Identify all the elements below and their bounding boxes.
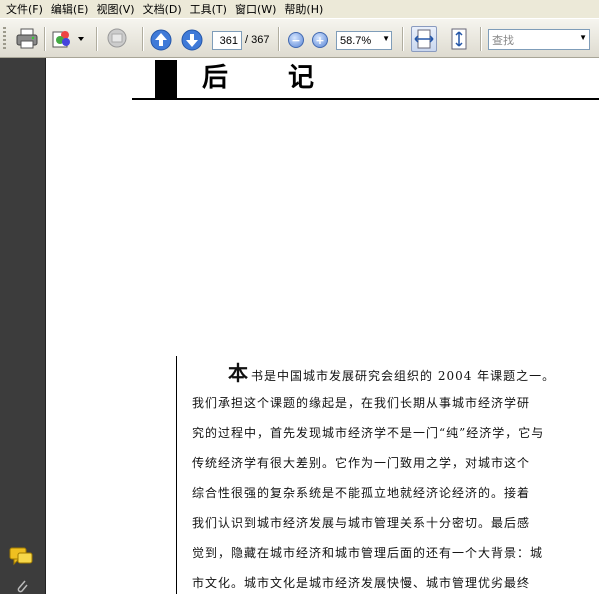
find-input[interactable]: 查找 ▼ [488, 29, 590, 50]
collaborate-button[interactable] [104, 27, 132, 51]
fit-width-icon [414, 29, 434, 49]
toolbar-separator [44, 27, 46, 51]
menu-document[interactable]: 文档(D) [141, 1, 188, 17]
text-line: 我们承担这个课题的缘起是，在我们长期从事城市经济学研 [192, 396, 531, 410]
page-number-value: 361 [219, 34, 238, 47]
text-line: 觉到，隐藏在城市经济和城市管理后面的还有一个大背景：城 [192, 546, 544, 560]
chevron-down-icon[interactable]: ▼ [579, 33, 587, 42]
document-page[interactable]: 后 记 本书是中国城市发展研究会组织的 2004 年课题之一。 我们承担这个课题… [47, 58, 599, 594]
menu-view[interactable]: 视图(V) [94, 1, 140, 17]
comments-button[interactable] [8, 546, 36, 568]
menu-help[interactable]: 帮助(H) [282, 1, 329, 17]
zoom-in-button[interactable]: + [312, 32, 328, 48]
text-line: 综合性很强的复杂系统是不能孤立地就经济论经济的。接着 [192, 486, 531, 500]
find-placeholder: 查找 [492, 34, 514, 47]
zoom-in-icon: + [315, 33, 325, 47]
text-line: 本书是中国城市发展研究会组织的 2004 年课题之一。 [228, 361, 556, 385]
zoom-out-button[interactable]: − [288, 32, 304, 48]
menu-file[interactable]: 文件(F) [4, 1, 49, 17]
text-line: 传统经济学有很大差别。它作为一门致用之学，对城市这个 [192, 456, 531, 470]
next-page-button[interactable] [181, 29, 203, 51]
print-button[interactable] [14, 27, 40, 51]
menu-tools[interactable]: 工具(T) [188, 1, 233, 17]
arrow-up-icon [150, 29, 172, 51]
column-rule [176, 356, 177, 594]
previous-page-button[interactable] [150, 29, 172, 51]
text-line: 我们认识到城市经济发展与城市管理关系十分密切。最后感 [192, 516, 531, 530]
toolbar-separator [480, 27, 482, 51]
menu-edit[interactable]: 编辑(E) [49, 1, 95, 17]
text-line: 究的过程中，首先发现城市经济学不是一门“纯”经济学，它与 [192, 426, 545, 440]
fit-width-button[interactable] [411, 26, 437, 52]
dropcap: 本 [228, 361, 249, 385]
zoom-out-icon: − [291, 33, 301, 47]
navigation-panel [0, 58, 46, 594]
attachments-button[interactable] [14, 578, 30, 594]
zoom-value: 58.7% [340, 34, 372, 47]
heading-block-mark [155, 60, 177, 98]
page-number-input[interactable]: 361 [212, 31, 242, 50]
text-line: 市文化。城市文化是城市经济发展快慢、城市管理优劣最终 [192, 576, 531, 590]
fit-page-icon [451, 28, 467, 50]
paperclip-icon [17, 580, 28, 593]
toolbar: 361 / 367 − + 58.7% ▼ 查找 ▼ [0, 18, 599, 58]
toolbar-separator [278, 27, 280, 51]
organize-pages-button[interactable] [50, 27, 86, 51]
arrow-down-icon [181, 29, 203, 51]
organize-pages-icon [52, 31, 84, 48]
menu-bar: 文件(F) 编辑(E) 视图(V) 文档(D) 工具(T) 窗口(W) 帮助(H… [0, 0, 599, 18]
heading-rule [132, 98, 599, 100]
comments-icon [9, 547, 33, 566]
menu-window[interactable]: 窗口(W) [233, 1, 282, 17]
chevron-down-icon[interactable]: ▼ [382, 34, 390, 43]
collaborate-icon [107, 28, 127, 48]
zoom-select[interactable]: 58.7% ▼ [336, 31, 392, 50]
print-icon [16, 28, 38, 49]
page-heading-char-1: 后 [202, 63, 229, 93]
page-total: / 367 [245, 34, 270, 46]
toolbar-grip[interactable] [3, 27, 6, 51]
page-heading-char-2: 记 [288, 63, 315, 93]
fit-page-button[interactable] [446, 26, 472, 52]
toolbar-separator [142, 27, 144, 51]
body-paragraph: 本书是中国城市发展研究会组织的 2004 年课题之一。 我们承担这个课题的缘起是… [192, 358, 599, 594]
toolbar-separator [402, 27, 404, 51]
toolbar-separator [96, 27, 98, 51]
